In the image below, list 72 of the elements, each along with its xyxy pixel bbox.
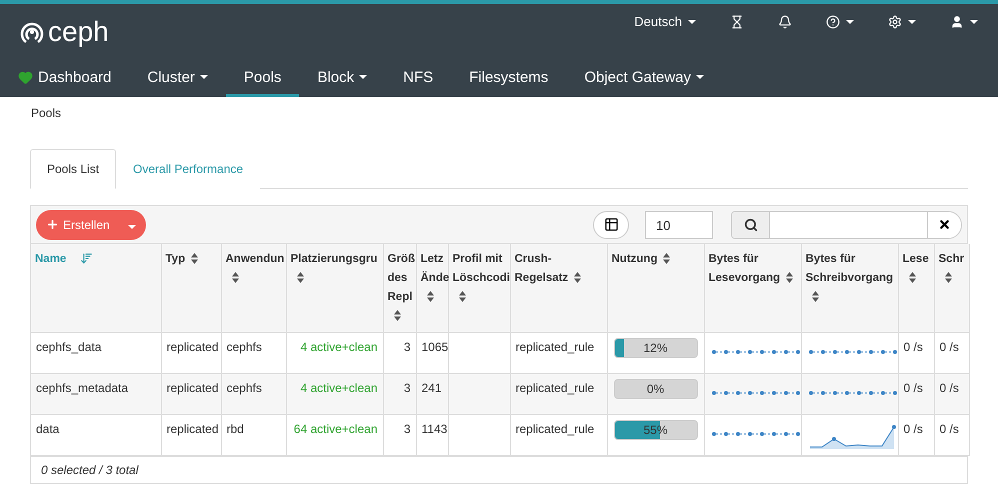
sort-icon[interactable]	[296, 272, 304, 284]
sort-icon[interactable]	[426, 291, 434, 302]
user-button[interactable]	[950, 14, 978, 28]
breadcrumb: Pools	[30, 105, 62, 122]
table-icon	[604, 217, 618, 232]
notifications-button[interactable]	[778, 14, 792, 28]
settings-button[interactable]	[888, 14, 916, 28]
column-header[interactable]: Bytes für Lesevorgang	[704, 244, 801, 332]
sort-icon[interactable]	[458, 291, 466, 302]
help-icon	[826, 14, 840, 28]
language-dropdown[interactable]: Deutsch	[634, 14, 696, 29]
column-header[interactable]: Bytes für Schreibvorgang	[801, 244, 898, 332]
usage-bar: 0%	[614, 379, 698, 399]
sort-icon[interactable]	[574, 272, 582, 284]
clear-button[interactable]	[927, 212, 961, 238]
column-header[interactable]: Schr	[934, 244, 969, 332]
nav-item[interactable]: Filesystems	[451, 60, 566, 97]
search-icon	[744, 218, 758, 232]
usage-bar: 12%	[614, 338, 698, 358]
caret-icon	[908, 20, 916, 24]
sort-icon[interactable]	[394, 310, 400, 322]
nav-item[interactable]: Object Gateway	[566, 60, 722, 97]
status-cell: 64 active+clean	[286, 414, 383, 456]
caret-icon	[846, 20, 854, 24]
hourglass-icon	[730, 14, 744, 28]
table-cell: replicated	[161, 414, 221, 456]
column-header[interactable]: Anwendun	[221, 244, 286, 332]
table-cell: data	[31, 414, 161, 456]
table-cell: replicated_rule	[510, 414, 607, 456]
sort-icon[interactable]	[812, 291, 818, 302]
caret-icon	[688, 20, 696, 24]
column-header[interactable]: Profil mit Löschcodi	[448, 244, 510, 332]
nav-item[interactable]: NFS	[385, 60, 452, 97]
tasks-button[interactable]	[730, 14, 744, 28]
sort-icon[interactable]	[944, 272, 952, 284]
caret-icon	[970, 20, 978, 24]
column-header[interactable]: Crush- Regelsatz	[510, 244, 607, 332]
help-button[interactable]	[826, 14, 854, 28]
sort-icon[interactable]	[908, 272, 916, 284]
column-header[interactable]: Lese	[898, 244, 934, 332]
columns-button[interactable]	[593, 210, 629, 238]
close-icon	[938, 218, 951, 231]
sort-icon[interactable]	[191, 253, 198, 264]
sort-ascending-icon	[80, 252, 94, 266]
heart-icon	[18, 70, 33, 84]
settings-icon	[888, 14, 902, 28]
column-header[interactable]: Platzierungsgru	[286, 244, 383, 332]
table-cell: 1143	[416, 414, 448, 456]
brand-name: ceph	[48, 16, 109, 48]
search-field[interactable]	[731, 210, 962, 238]
user-icon	[950, 14, 964, 28]
selection-count: 0 selected / 3 total	[31, 456, 967, 483]
nav-item[interactable]: Dashboard	[18, 60, 130, 97]
sort-icon[interactable]	[232, 272, 238, 284]
caret-icon	[128, 224, 136, 228]
sort-icon[interactable]	[786, 272, 794, 284]
column-header[interactable]: Nutzung	[607, 244, 704, 332]
table-cell: 3	[383, 414, 416, 456]
table-cell: rbd	[221, 414, 286, 456]
nav-item[interactable]: Cluster	[129, 60, 226, 97]
sort-icon[interactable]	[663, 253, 670, 264]
nav-item[interactable]: Pools	[226, 60, 300, 97]
tab[interactable]: Pools List	[30, 149, 116, 189]
bell-icon	[778, 14, 792, 28]
table-cell: 0 /s	[934, 414, 969, 456]
plus-icon	[46, 218, 59, 231]
column-header[interactable]: Letz Ände	[416, 244, 448, 332]
nav-item[interactable]: Block	[299, 60, 386, 97]
column-header[interactable]: Typ	[161, 244, 221, 332]
table-cell: 0 /s	[898, 414, 934, 456]
page-size-field[interactable]: 10	[645, 210, 713, 238]
column-header[interactable]: Größ des Repl	[383, 244, 416, 332]
